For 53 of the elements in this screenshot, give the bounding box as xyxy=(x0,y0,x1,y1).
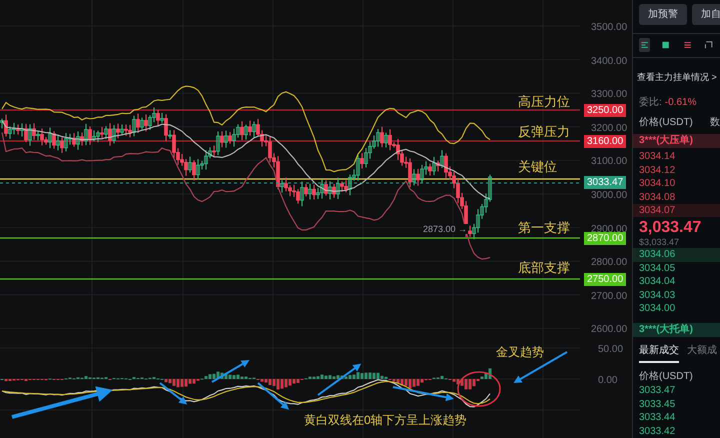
axis-label: 3300.00 xyxy=(591,88,628,102)
order-price[interactable]: 3034.10 xyxy=(633,177,720,191)
order-price[interactable]: 3034.14 xyxy=(633,150,720,164)
axis-label: 3500.00 xyxy=(591,21,628,35)
level-label: 第一支撑 xyxy=(518,219,570,237)
order-price[interactable]: 3034.06 xyxy=(633,248,720,262)
axis-label: 3000.00 xyxy=(591,189,628,203)
last-price-usd: $3,033.47 xyxy=(638,237,680,248)
axis-label: 2800.00 xyxy=(591,256,628,270)
bid-wall-row: 3***(大托单) xyxy=(633,323,720,338)
order-price[interactable]: 3034.00 xyxy=(633,302,720,316)
axis-label: 3200.00 xyxy=(591,122,628,136)
trade-price: 3033.42 xyxy=(638,424,676,438)
axis-label: 0.00 xyxy=(598,374,618,388)
order-price[interactable]: 3034.05 xyxy=(633,262,720,276)
level-label: 底部支撑 xyxy=(518,259,570,277)
low-price-marker: 2873.00 → xyxy=(422,224,468,234)
last-price: 3,033.47 xyxy=(638,218,702,238)
trade-price: 3033.47 xyxy=(638,384,676,398)
order-price[interactable]: 3034.08 xyxy=(633,190,720,204)
price-tag: 2870.00 xyxy=(584,232,626,245)
ratio-value: -0.61% xyxy=(664,96,696,110)
level-label: 高压力位 xyxy=(518,93,570,111)
order-price[interactable]: 3034.12 xyxy=(633,164,720,178)
ask-wall-row: 3***(大压单) xyxy=(633,134,720,148)
trade-price: 3033.45 xyxy=(638,398,676,412)
ratio-label: 委比: xyxy=(639,96,662,110)
axis-label: 3400.00 xyxy=(591,54,628,69)
column-header: 价格(USDT) xyxy=(639,116,693,130)
axis-label: 50.00 xyxy=(598,343,624,357)
action-button[interactable]: 加自 xyxy=(692,4,720,25)
order-price[interactable]: 3034.03 xyxy=(633,288,720,302)
axis-label: 2700.00 xyxy=(591,290,628,304)
action-button[interactable]: 加预警 xyxy=(639,4,687,25)
axis-label: 2600.00 xyxy=(591,323,628,338)
current-price-tag: 3033.47 xyxy=(584,176,626,189)
price-tag: 3160.00 xyxy=(584,135,626,148)
trades-tab[interactable]: 最新成交 xyxy=(639,343,679,364)
level-label: 反弹压力 xyxy=(518,123,570,141)
trade-price: 3033.44 xyxy=(638,411,676,425)
depth-link[interactable]: 查看主力挂单情况 > xyxy=(637,72,717,82)
price-tag: 3250.00 xyxy=(584,104,626,117)
annotation-text: 金叉趋势 xyxy=(496,344,544,361)
axis-label: 2900.00 xyxy=(591,222,628,235)
price-tag: 2750.00 xyxy=(584,273,626,286)
column-header: 数 xyxy=(710,116,720,130)
trades-tab[interactable]: 大额成 xyxy=(687,343,717,364)
order-price[interactable]: 3034.04 xyxy=(633,275,720,289)
annotation-text: 黄白双线在0轴下方呈上涨趋势 xyxy=(304,412,467,429)
axis-label: 3100.00 xyxy=(591,155,628,170)
order-price[interactable]: 3034.07 xyxy=(633,204,720,218)
level-label: 关键位 xyxy=(518,158,557,176)
column-header: 价格(USDT) xyxy=(638,370,694,384)
